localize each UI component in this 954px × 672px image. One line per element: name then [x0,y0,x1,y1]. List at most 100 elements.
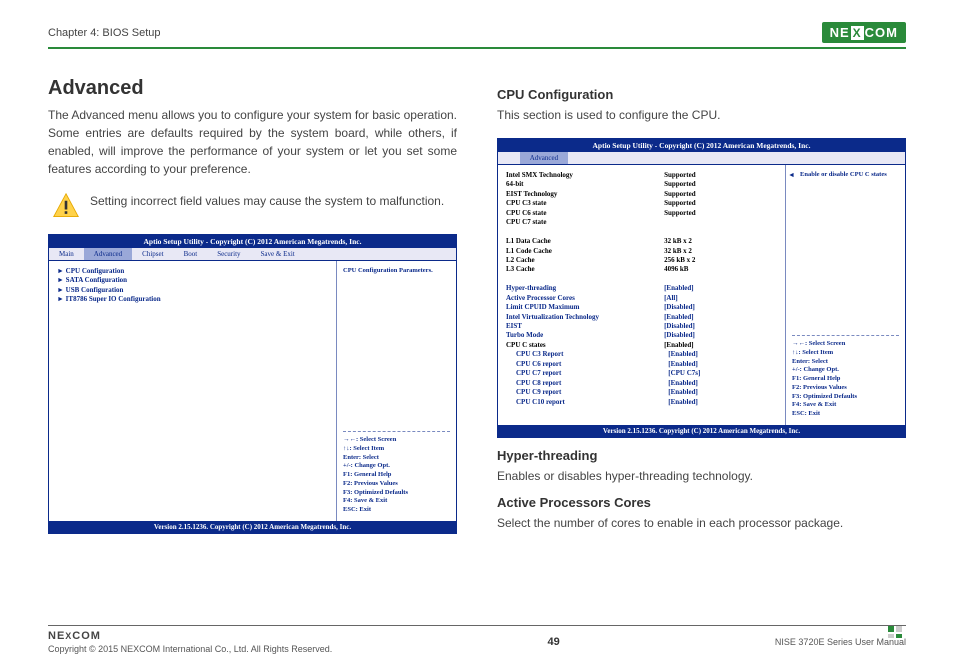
bios-help-line: +/-: Change Opt. [343,462,450,471]
footer-copyright: Copyright © 2015 NEXCOM International Co… [48,644,332,654]
bios-main-panel: Intel SMX TechnologySupported64-bitSuppo… [498,165,785,425]
bios-field-label: L2 Cache [506,256,664,265]
bios-version: Version 2.15.1236. Copyright (C) 2012 Am… [49,521,456,533]
bios-field-label: Intel Virtualization Technology [506,313,664,322]
bios-help-line: F3: Optimized Defaults [792,393,899,402]
bios-field-value: [Enabled] [668,379,777,388]
bios-tab-security: Security [207,248,250,260]
bios-field-label: 64-bit [506,180,664,189]
bios-field-label: CPU C states [506,341,664,350]
bios-field-value: 32 kB x 2 [664,247,777,256]
bios-field-value: [Enabled] [664,284,777,293]
bios-help-line: →←: Select Screen [792,340,899,349]
footer-manual-name: NISE 3720E Series User Manual [775,637,906,647]
bios-help-line: F4: Save & Exit [792,401,899,410]
bios-help-line: F1: General Help [343,471,450,480]
bios-field-value: [Enabled] [668,350,777,359]
bios-field-value: [Disabled] [664,303,777,312]
bios-help-line: F2: Previous Values [343,480,450,489]
warning-text: Setting incorrect field values may cause… [90,192,444,210]
bios-menu-item: ► IT8786 Super IO Configuration [57,295,328,304]
bios-field-value: [Enabled] [668,388,777,397]
bios-help-line: ↑↓: Select Item [792,349,899,358]
bios-side-hint: CPU Configuration Parameters. [343,267,450,274]
bios-field-value: 32 kB x 2 [664,237,777,246]
bios-field-value: [Disabled] [664,331,777,340]
bios-field-label: CPU C7 state [506,218,664,227]
bios-tab-main: Main [49,248,84,260]
bios-title: Aptio Setup Utility - Copyright (C) 2012… [498,139,905,152]
bios-help-line: F3: Optimized Defaults [343,489,450,498]
bios-help-panel: ◄ Enable or disable CPU C states →←: Sel… [785,165,905,425]
hyper-threading-heading: Hyper-threading [497,448,906,463]
bios-version: Version 2.15.1236. Copyright (C) 2012 Am… [498,425,905,437]
bios-menu-item: ► CPU Configuration [57,267,328,276]
cpu-config-heading: CPU Configuration [497,87,906,102]
bios-help-line: →←: Select Screen [343,436,450,445]
bios-side-hint: Enable or disable CPU C states [792,171,899,178]
bios-field-label: L1 Data Cache [506,237,664,246]
bios-field-label: EIST [506,322,664,331]
bios-field-value: 4096 kB [664,265,777,274]
hyper-threading-body: Enables or disables hyper-threading tech… [497,467,906,485]
active-processor-cores-body: Select the number of cores to enable in … [497,514,906,532]
warning-icon [52,192,80,220]
bios-title: Aptio Setup Utility - Copyright (C) 2012… [49,235,456,248]
bios-help-keys: →←: Select Screen↑↓: Select ItemEnter: S… [343,431,450,515]
bios-help-line: Enter: Select [343,454,450,463]
bios-help-line: ESC: Exit [792,410,899,419]
bios-field-label: CPU C9 report [506,388,668,397]
bios-field-value [664,218,777,227]
bios-help-line: ↑↓: Select Item [343,445,450,454]
active-processor-cores-heading: Active Processors Cores [497,495,906,510]
bios-field-value: Supported [664,199,777,208]
bios-field-label: Hyper-threading [506,284,664,293]
bios-field-label: Limit CPUID Maximum [506,303,664,312]
cpu-config-intro: This section is used to configure the CP… [497,106,906,124]
bios-field-label: CPU C6 state [506,209,664,218]
bios-tab-boot: Boot [174,248,208,260]
bios-field-label: L3 Cache [506,265,664,274]
bios-field-value: [Enabled] [668,360,777,369]
page-header: Chapter 4: BIOS Setup NEXCOM [48,22,906,49]
bios-help-panel: CPU Configuration Parameters. →←: Select… [336,261,456,521]
bios-field-value: [All] [664,294,777,303]
bios-field-value: Supported [664,190,777,199]
bios-field-label: Intel SMX Technology [506,171,664,180]
bios-screenshot-advanced-menu: Aptio Setup Utility - Copyright (C) 2012… [48,234,457,534]
intro-text: The Advanced menu allows you to configur… [48,106,457,178]
bios-field-value: Supported [664,209,777,218]
bios-help-line: ESC: Exit [343,506,450,515]
bios-field-value: [Enabled] [668,398,777,407]
bios-menu-item: ► USB Configuration [57,286,328,295]
bios-field-label: CPU C10 report [506,398,668,407]
bios-field-value: [CPU C7s] [668,369,777,378]
chapter-label: Chapter 4: BIOS Setup [48,27,161,39]
nexcom-logo: NEXCOM [822,22,906,43]
bios-field-label: L1 Code Cache [506,247,664,256]
bios-help-line: F4: Save & Exit [343,497,450,506]
bios-help-line: F2: Previous Values [792,384,899,393]
bios-field-label: Turbo Mode [506,331,664,340]
bios-menu-item: ► SATA Configuration [57,276,328,285]
bios-field-label: Active Processor Cores [506,294,664,303]
bios-help-line: +/-: Change Opt. [792,366,899,375]
bios-tab-advanced: Advanced [520,152,568,164]
footer-logo: NEXCOM [48,630,332,642]
right-column: CPU Configuration This section is used t… [497,77,906,546]
bios-field-label: CPU C8 report [506,379,668,388]
bios-main-panel: ► CPU Configuration► SATA Configuration►… [49,261,336,521]
bios-tab-chipset: Chipset [132,248,173,260]
bios-help-keys: →←: Select Screen↑↓: Select ItemEnter: S… [792,335,899,419]
bios-field-value: [Disabled] [664,322,777,331]
left-column: Advanced The Advanced menu allows you to… [48,77,457,546]
bios-field-value: [Enabled] [664,341,777,350]
bios-field-label: CPU C3 Report [506,350,668,359]
bios-field-value: [Enabled] [664,313,777,322]
bios-tabs: MainAdvancedChipsetBootSecuritySave & Ex… [49,248,456,261]
bios-field-label: CPU C3 state [506,199,664,208]
bios-tab-advanced: Advanced [84,248,132,260]
bios-tab-save-exit: Save & Exit [251,248,305,260]
bios-field-label: CPU C6 report [506,360,668,369]
page-footer: NEXCOM Copyright © 2015 NEXCOM Internati… [48,625,906,654]
